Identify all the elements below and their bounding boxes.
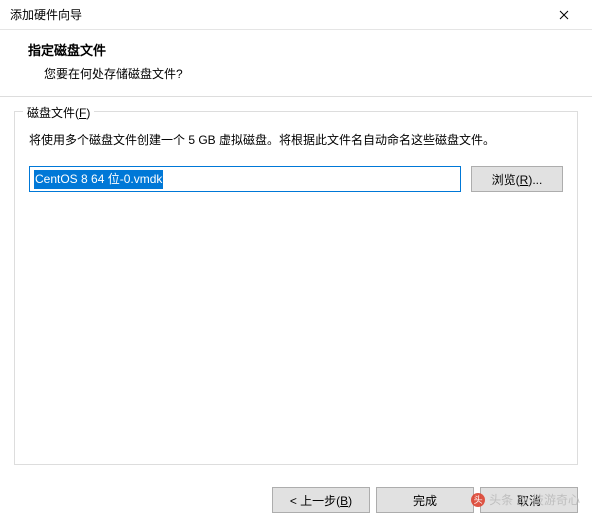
wizard-header: 指定磁盘文件 您要在何处存储磁盘文件?: [0, 30, 592, 97]
legend-prefix: 磁盘文件(: [27, 106, 79, 120]
legend-suffix: ): [86, 106, 90, 120]
window-title: 添加硬件向导: [10, 6, 82, 23]
file-row: CentOS 8 64 位-0.vmdk 浏览(R)...: [29, 166, 563, 192]
page-subtitle: 您要在何处存储磁盘文件?: [28, 65, 572, 82]
browse-suffix: )...: [528, 173, 542, 187]
page-title: 指定磁盘文件: [28, 40, 572, 59]
wizard-footer: < 上一步(B) 完成 取消: [0, 476, 592, 524]
close-button[interactable]: [544, 1, 584, 29]
titlebar: 添加硬件向导: [0, 0, 592, 30]
back-key: B: [340, 494, 348, 508]
back-prefix: < 上一步(: [290, 494, 340, 508]
disk-file-input[interactable]: CentOS 8 64 位-0.vmdk: [29, 166, 461, 192]
close-icon: [559, 10, 569, 20]
finish-button[interactable]: 完成: [376, 487, 474, 513]
disk-file-group: 磁盘文件(F) 将使用多个磁盘文件创建一个 5 GB 虚拟磁盘。将根据此文件名自…: [14, 111, 578, 465]
browse-prefix: 浏览(: [492, 173, 520, 187]
disk-file-value: CentOS 8 64 位-0.vmdk: [34, 170, 163, 189]
back-suffix: ): [348, 494, 352, 508]
group-legend: 磁盘文件(F): [23, 104, 94, 121]
cancel-button[interactable]: 取消: [480, 487, 578, 513]
back-button[interactable]: < 上一步(B): [272, 487, 370, 513]
content-area: 磁盘文件(F) 将使用多个磁盘文件创建一个 5 GB 虚拟磁盘。将根据此文件名自…: [0, 97, 592, 465]
group-description: 将使用多个磁盘文件创建一个 5 GB 虚拟磁盘。将根据此文件名自动命名这些磁盘文…: [29, 130, 563, 150]
browse-button[interactable]: 浏览(R)...: [471, 166, 563, 192]
